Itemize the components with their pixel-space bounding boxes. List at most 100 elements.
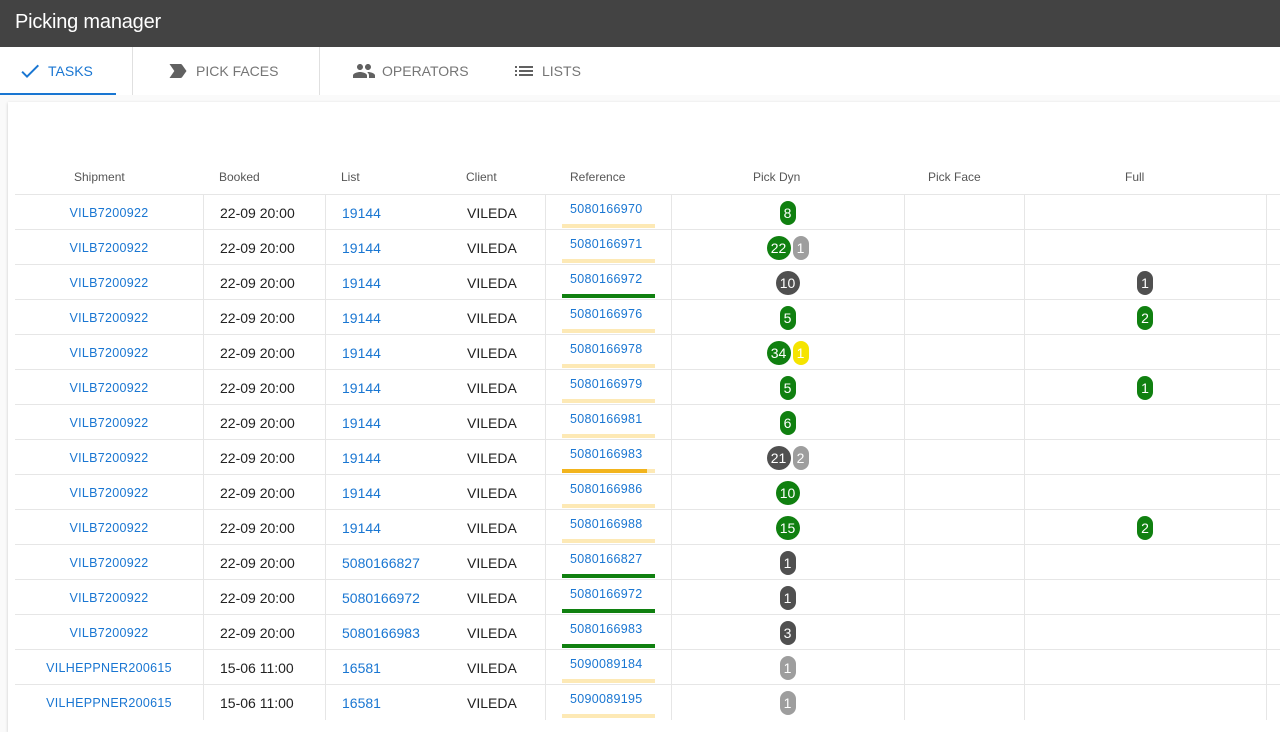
column-header-booked[interactable]: Booked bbox=[219, 170, 260, 184]
list-link[interactable]: 19144 bbox=[342, 475, 381, 510]
pick-face-cell bbox=[904, 195, 1024, 230]
pick-dyn-badge: 3 bbox=[779, 620, 796, 645]
pick-dyn-badge: 8 bbox=[779, 200, 796, 225]
full-cell bbox=[1024, 440, 1266, 475]
cell-divider bbox=[203, 545, 204, 580]
progress-bar bbox=[562, 329, 655, 333]
list-link[interactable]: 5080166827 bbox=[342, 545, 420, 580]
column-header-full[interactable]: Full bbox=[1125, 170, 1144, 184]
reference-link[interactable]: 5080166983 bbox=[570, 622, 643, 636]
column-header-pick-face[interactable]: Pick Face bbox=[928, 170, 981, 184]
list-link[interactable]: 5080166983 bbox=[342, 615, 420, 650]
shipment-link[interactable]: VILHEPPNER200615 bbox=[15, 685, 203, 720]
cell-divider bbox=[1266, 335, 1267, 370]
column-header-shipment[interactable]: Shipment bbox=[74, 170, 125, 184]
cell-divider bbox=[325, 230, 326, 265]
pick-face-cell bbox=[904, 580, 1024, 615]
pick-face-cell bbox=[904, 300, 1024, 335]
cell-divider bbox=[325, 370, 326, 405]
tab-lists[interactable]: LISTS bbox=[512, 47, 581, 95]
column-header-reference[interactable]: Reference bbox=[570, 170, 625, 184]
list-link[interactable]: 19144 bbox=[342, 265, 381, 300]
pick-dyn-badge: 10 bbox=[775, 270, 800, 295]
reference-link[interactable]: 5080166827 bbox=[570, 552, 643, 566]
list-link[interactable]: 19144 bbox=[342, 300, 381, 335]
shipment-link[interactable]: VILB7200922 bbox=[15, 230, 203, 265]
client-name: VILEDA bbox=[467, 414, 517, 431]
shipment-link[interactable]: VILB7200922 bbox=[15, 580, 203, 615]
table-row: VILB7200922 22-09 20:00 19144 VILEDA 5080166… bbox=[15, 369, 1280, 405]
full-cell bbox=[1024, 545, 1266, 580]
shipment-link[interactable]: VILB7200922 bbox=[15, 405, 203, 440]
reference-link[interactable]: 5080166988 bbox=[570, 517, 643, 531]
reference-link[interactable]: 5080166986 bbox=[570, 482, 643, 496]
table-row: VILB7200922 22-09 20:00 19144 VILEDA 5080166… bbox=[15, 229, 1280, 265]
cell-divider bbox=[203, 195, 204, 230]
reference-link[interactable]: 5080166972 bbox=[570, 587, 643, 601]
table-row: VILB7200922 22-09 20:00 19144 VILEDA 5080166… bbox=[15, 299, 1280, 335]
cell-divider bbox=[1266, 685, 1267, 720]
column-header-pick-dyn[interactable]: Pick Dyn bbox=[753, 170, 800, 184]
list-link[interactable]: 19144 bbox=[342, 230, 381, 265]
tab-tasks[interactable]: TASKS bbox=[18, 47, 93, 95]
progress-bar bbox=[562, 644, 655, 648]
reference-link[interactable]: 5080166970 bbox=[570, 202, 643, 216]
list-link[interactable]: 16581 bbox=[342, 685, 381, 720]
pick-face-cell bbox=[904, 265, 1024, 300]
full-cell bbox=[1024, 335, 1266, 370]
pick-dyn-badge: 1 bbox=[779, 655, 796, 680]
cell-divider bbox=[325, 615, 326, 650]
shipment-link[interactable]: VILHEPPNER200615 bbox=[15, 650, 203, 685]
shipment-link[interactable]: VILB7200922 bbox=[15, 475, 203, 510]
reference-link[interactable]: 5080166976 bbox=[570, 307, 643, 321]
progress-bar bbox=[562, 609, 655, 613]
progress-bar bbox=[562, 714, 655, 718]
list-link[interactable]: 19144 bbox=[342, 405, 381, 440]
list-link[interactable]: 19144 bbox=[342, 195, 381, 230]
list-link[interactable]: 16581 bbox=[342, 650, 381, 685]
list-link[interactable]: 19144 bbox=[342, 440, 381, 475]
cell-divider bbox=[1266, 440, 1267, 475]
list-link[interactable]: 5080166972 bbox=[342, 580, 420, 615]
shipment-link[interactable]: VILB7200922 bbox=[15, 265, 203, 300]
cell-divider bbox=[1266, 405, 1267, 440]
booked-time: 22-09 20:00 bbox=[220, 589, 295, 606]
full-cell: 1 bbox=[1024, 265, 1266, 300]
cell-divider bbox=[545, 545, 546, 580]
shipment-link[interactable]: VILB7200922 bbox=[15, 370, 203, 405]
shipment-link[interactable]: VILB7200922 bbox=[15, 195, 203, 230]
full-cell bbox=[1024, 650, 1266, 685]
shipment-link[interactable]: VILB7200922 bbox=[15, 300, 203, 335]
booked-time: 22-09 20:00 bbox=[220, 449, 295, 466]
list-link[interactable]: 19144 bbox=[342, 335, 381, 370]
cell-divider bbox=[203, 265, 204, 300]
shipment-link[interactable]: VILB7200922 bbox=[15, 615, 203, 650]
pick-dyn-cell: 3 bbox=[671, 615, 904, 650]
shipment-link[interactable]: VILB7200922 bbox=[15, 335, 203, 370]
shipment-link[interactable]: VILB7200922 bbox=[15, 510, 203, 545]
shipment-link[interactable]: VILB7200922 bbox=[15, 440, 203, 475]
full-cell: 2 bbox=[1024, 510, 1266, 545]
tab-pick-faces[interactable]: PICK FACES bbox=[166, 47, 278, 95]
reference-link[interactable]: 5080166979 bbox=[570, 377, 643, 391]
reference-link[interactable]: 5090089184 bbox=[570, 657, 643, 671]
reference-link[interactable]: 5080166981 bbox=[570, 412, 643, 426]
reference-link[interactable]: 5080166972 bbox=[570, 272, 643, 286]
column-header-client[interactable]: Client bbox=[466, 170, 497, 184]
pick-dyn-cell: 22 1 bbox=[671, 230, 904, 265]
cell-divider bbox=[1266, 265, 1267, 300]
reference-link[interactable]: 5090089195 bbox=[570, 692, 643, 706]
cell-divider bbox=[545, 650, 546, 685]
list-link[interactable]: 19144 bbox=[342, 370, 381, 405]
reference-link[interactable]: 5080166983 bbox=[570, 447, 643, 461]
cell-divider bbox=[325, 580, 326, 615]
reference-link[interactable]: 5080166978 bbox=[570, 342, 643, 356]
tab-operators[interactable]: OPERATORS bbox=[352, 47, 469, 95]
shipment-link[interactable]: VILB7200922 bbox=[15, 545, 203, 580]
reference-link[interactable]: 5080166971 bbox=[570, 237, 643, 251]
column-header-list[interactable]: List bbox=[341, 170, 360, 184]
client-name: VILEDA bbox=[467, 624, 517, 641]
label-arrow-icon bbox=[169, 64, 187, 78]
list-link[interactable]: 19144 bbox=[342, 510, 381, 545]
progress-bar bbox=[562, 504, 655, 508]
